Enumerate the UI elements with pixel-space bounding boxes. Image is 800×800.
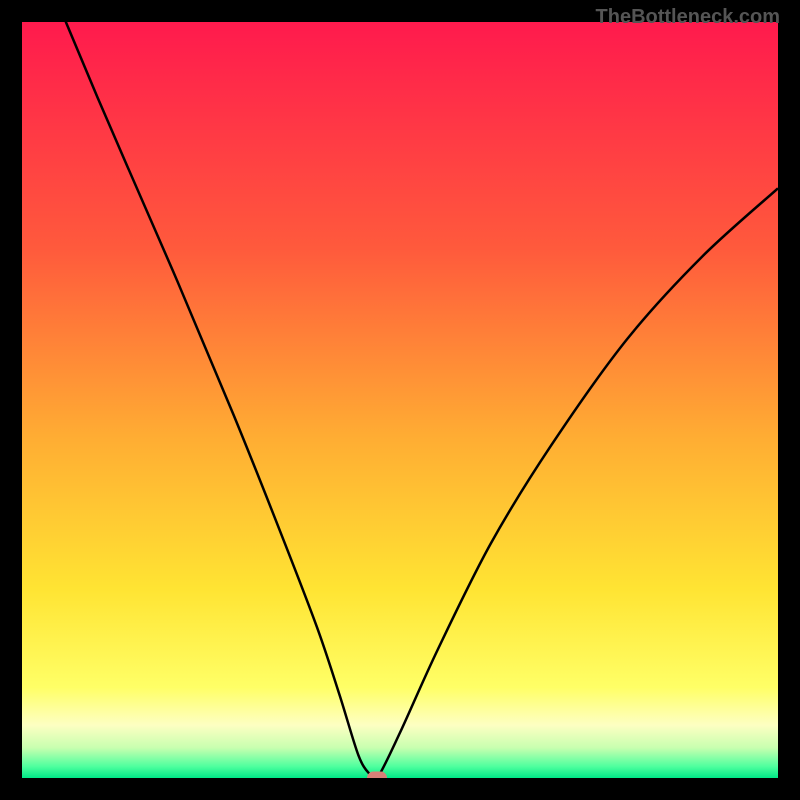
optimum-marker (367, 772, 387, 779)
watermark-text: TheBottleneck.com (596, 6, 780, 29)
plot-area (22, 22, 778, 778)
bottleneck-curve (22, 22, 778, 778)
